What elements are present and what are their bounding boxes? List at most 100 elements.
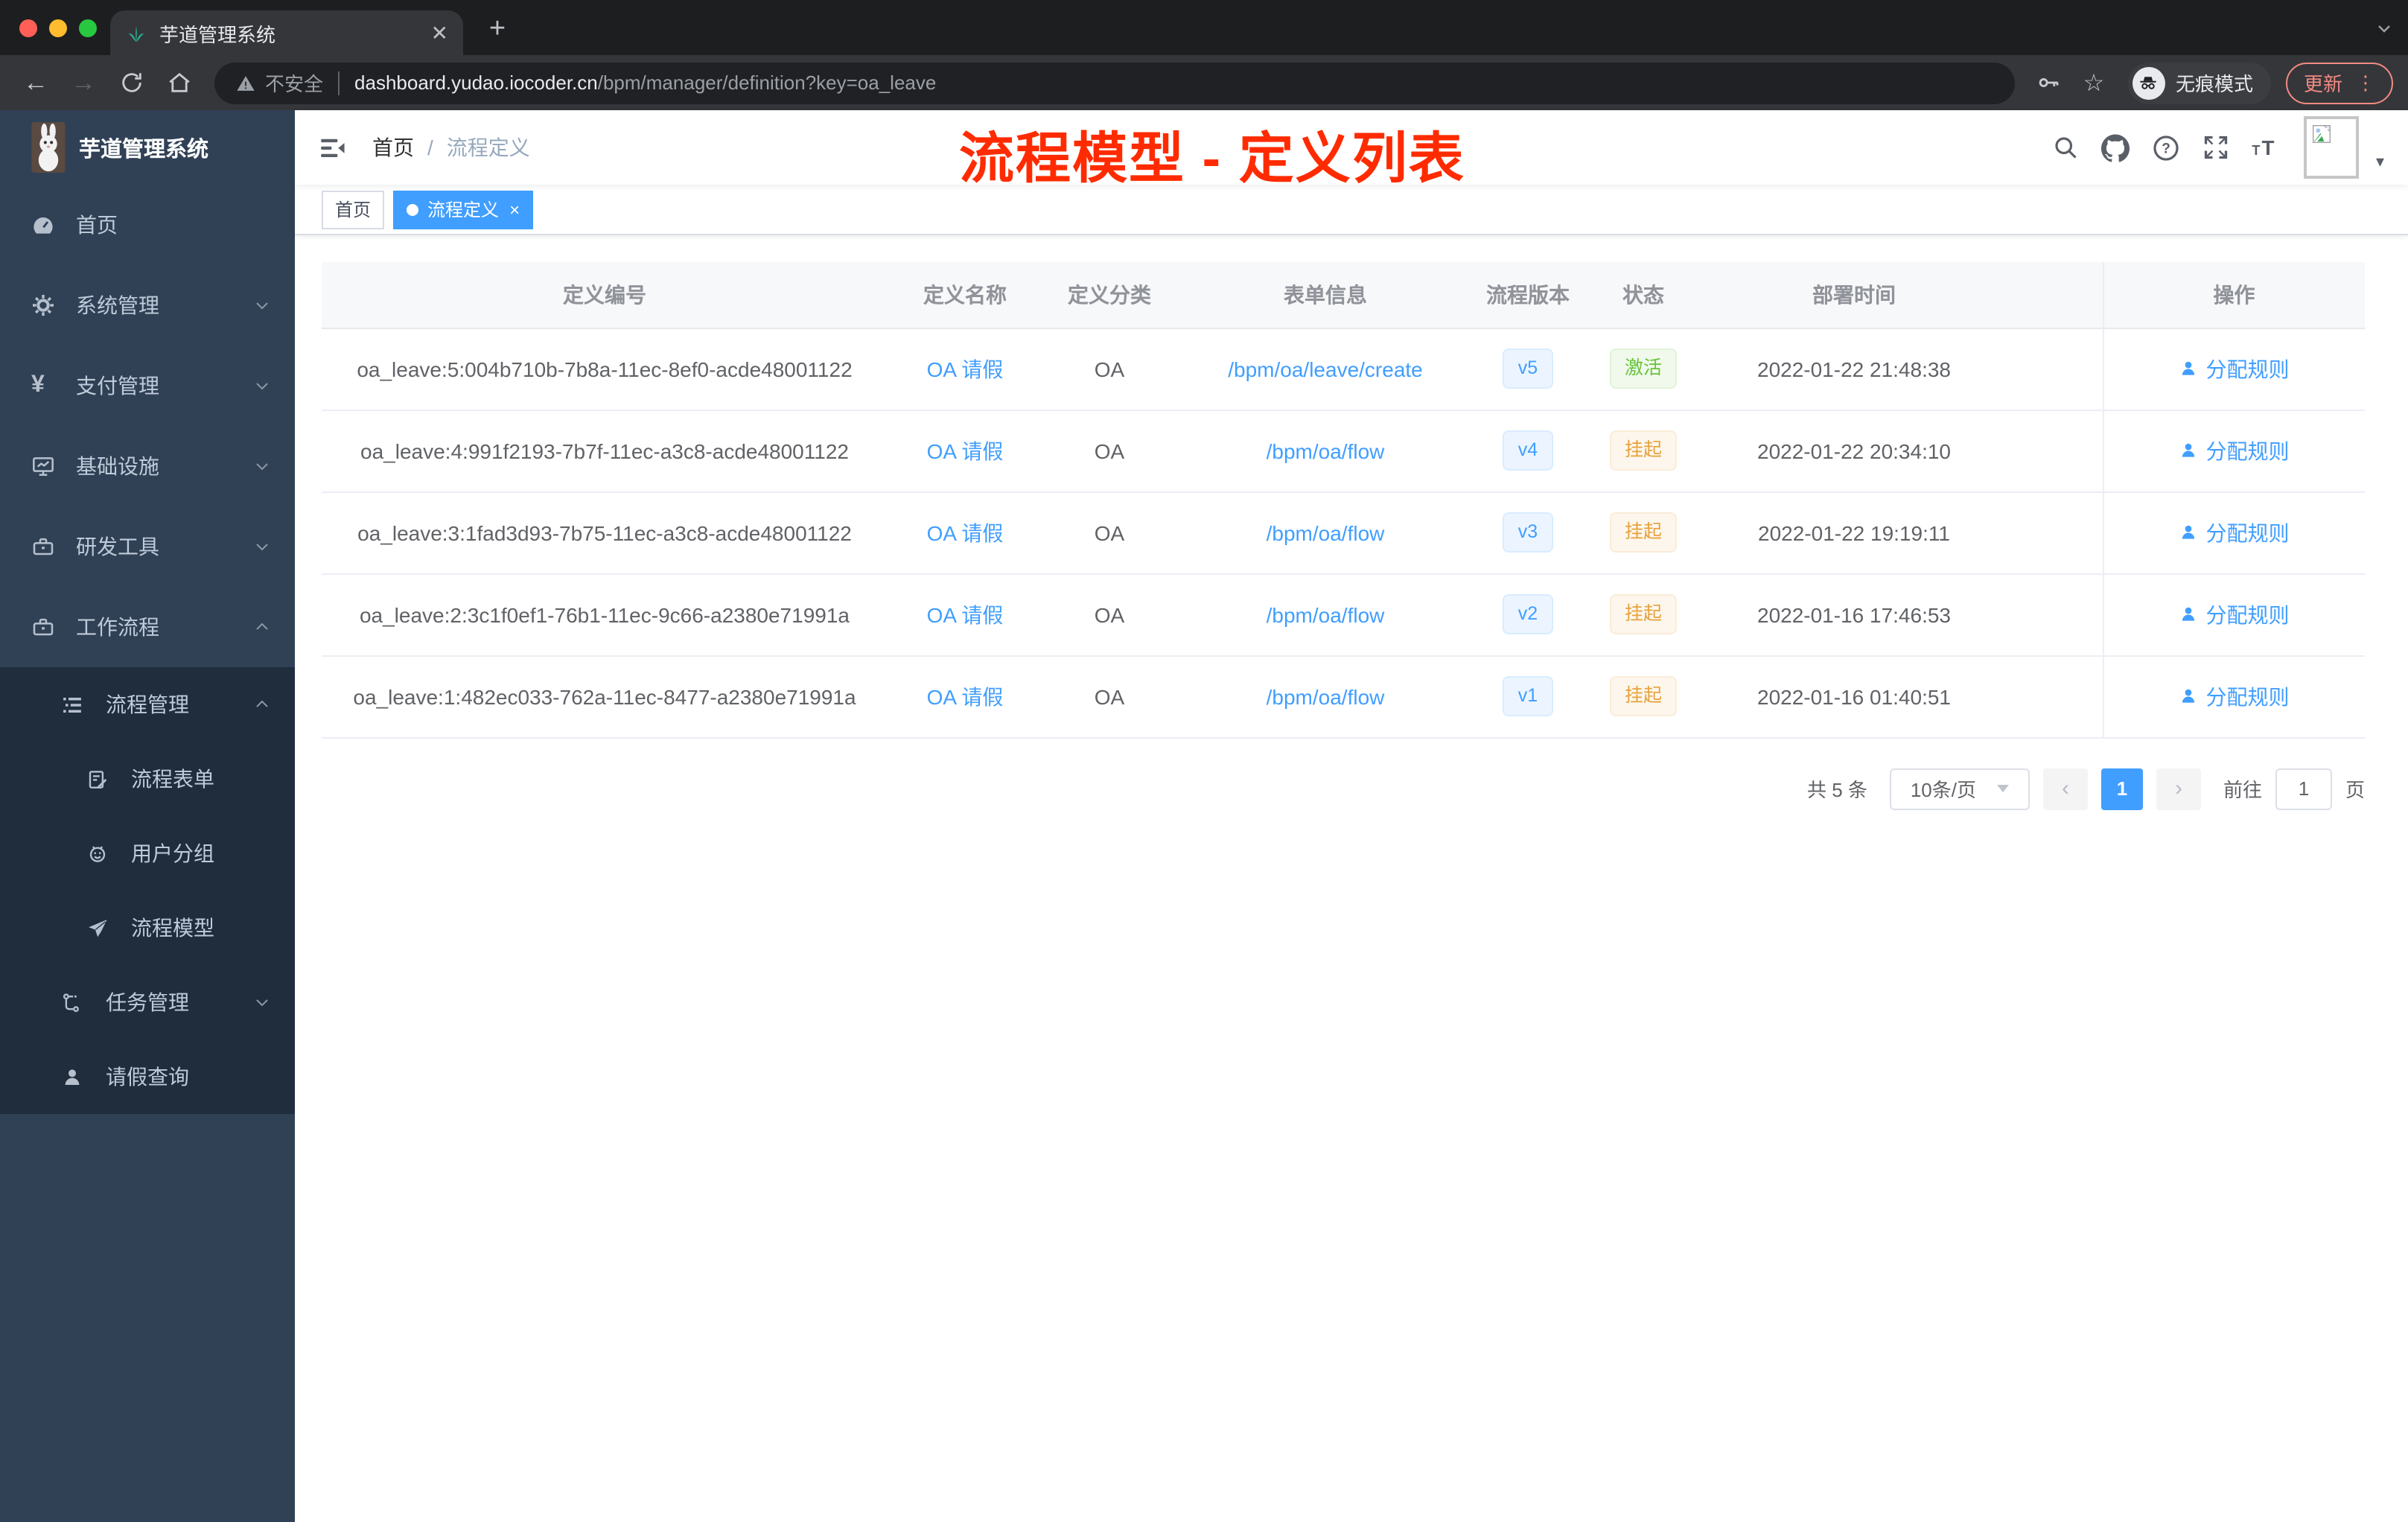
cell-status: 挂起 [1582, 491, 1705, 574]
cell-category: OA [1042, 491, 1176, 574]
next-page-button[interactable]: › [2156, 768, 2201, 809]
form-link[interactable]: /bpm/oa/flow [1267, 520, 1385, 544]
font-size-icon[interactable]: TT [2252, 134, 2282, 161]
zoom-window-button[interactable] [79, 19, 97, 37]
password-key-icon[interactable] [2030, 70, 2068, 95]
page-content: 定义编号 定义名称 定义分类 表单信息 流程版本 状态 部署时间 操作 oa_leave:5:0… [295, 235, 2408, 1522]
status-badge: 挂起 [1609, 512, 1677, 553]
status-badge: 挂起 [1609, 594, 1677, 634]
goto-page-input[interactable] [2275, 768, 2332, 809]
sidebar-item-user-group[interactable]: 用户分组 [0, 816, 295, 891]
sidebar-item-leave-query[interactable]: 请假查询 [0, 1039, 295, 1114]
cell-action: 分配规则 [2102, 328, 2365, 410]
pagination: 共 5 条 10条/页 ‹ 1 › 前往 页 [322, 768, 2365, 809]
sidebar-item-process-model[interactable]: 流程模型 [0, 891, 295, 965]
cell-form: /bpm/oa/flow [1176, 655, 1474, 738]
page-unit-label: 页 [2345, 779, 2365, 801]
search-icon[interactable] [2053, 134, 2080, 161]
version-badge: v3 [1503, 512, 1553, 553]
cell-filler [2003, 491, 2103, 574]
chevron-down-icon [253, 993, 271, 1011]
definition-name-link[interactable]: OA 请假 [927, 684, 1004, 708]
definition-name-link[interactable]: OA 请假 [927, 520, 1004, 544]
form-link[interactable]: /bpm/oa/flow [1267, 602, 1385, 626]
forward-button[interactable]: → [63, 62, 104, 104]
sidebar-item-home[interactable]: 首页 [0, 185, 295, 265]
chrome-update-button[interactable]: 更新 ⋮ [2285, 62, 2393, 104]
chevron-down-icon [253, 457, 271, 475]
definition-name-link[interactable]: OA 请假 [927, 602, 1004, 626]
table-row: oa_leave:2:3c1f0ef1-76b1-11ec-9c66-a2380… [322, 573, 2365, 656]
assign-rule-link[interactable]: 分配规则 [2179, 354, 2290, 383]
bookmark-star-icon[interactable]: ☆ [2074, 68, 2113, 98]
column-header-status: 状态 [1582, 262, 1705, 328]
security-status[interactable]: 不安全 [235, 69, 323, 97]
cell-action: 分配规则 [2102, 410, 2365, 492]
fullscreen-icon[interactable] [2203, 134, 2230, 161]
cell-status: 挂起 [1582, 655, 1705, 738]
table-row: oa_leave:5:004b710b-7b8a-11ec-8ef0-acde4… [322, 328, 2365, 410]
github-icon[interactable] [2101, 133, 2130, 162]
yen-icon: ¥ [31, 372, 45, 398]
tab-close-icon[interactable]: ✕ [431, 20, 448, 45]
form-link[interactable]: /bpm/oa/leave/create [1228, 357, 1423, 380]
sidebar-logo[interactable]: 芋道管理系统 [0, 110, 295, 185]
cell-category: OA [1042, 573, 1176, 656]
tag-process-definition[interactable]: 流程定义 × [393, 190, 534, 229]
macos-traffic-lights [19, 19, 97, 37]
column-header-category: 定义分类 [1042, 262, 1176, 328]
column-header-form: 表单信息 [1176, 262, 1474, 328]
status-badge: 挂起 [1609, 430, 1677, 471]
tab-search-chevron-icon[interactable] [2375, 18, 2393, 45]
cell-version: v4 [1474, 410, 1582, 492]
sidebar-item-process-management[interactable]: 流程管理 [0, 667, 295, 742]
assign-rule-link[interactable]: 分配规则 [2179, 436, 2290, 465]
cell-name: OA 请假 [888, 655, 1042, 738]
sidebar-item-task-management[interactable]: 任务管理 [0, 965, 295, 1039]
sidebar-item-payment[interactable]: ¥ 支付管理 [0, 346, 295, 426]
page-number-button[interactable]: 1 [2100, 768, 2143, 809]
chevron-up-icon [253, 618, 271, 636]
navbar-icons: ? TT ▾ [2053, 116, 2384, 179]
cell-deploy_time: 2022-01-22 21:48:38 [1705, 328, 2003, 410]
assign-rule-link[interactable]: 分配规则 [2179, 681, 2290, 711]
assign-rule-link[interactable]: 分配规则 [2179, 599, 2290, 629]
sidebar-item-infrastructure[interactable]: 基础设施 [0, 426, 295, 506]
sidebar-item-workflow[interactable]: 工作流程 [0, 587, 295, 667]
tag-close-icon[interactable]: × [509, 199, 520, 220]
cell-id: oa_leave:3:1fad3d93-7b75-11ec-a3c8-acde4… [322, 491, 888, 574]
cell-filler [2003, 655, 2103, 738]
browser-tab[interactable]: 芋道管理系统 ✕ [110, 10, 463, 55]
avatar-dropdown-caret-icon[interactable]: ▾ [2376, 151, 2384, 171]
page-size-select[interactable]: 10条/页 [1889, 768, 2030, 809]
tag-home[interactable]: 首页 [322, 190, 385, 229]
prev-page-button[interactable]: ‹ [2042, 768, 2088, 809]
help-icon[interactable]: ? [2153, 133, 2181, 162]
new-tab-button[interactable]: + [480, 12, 515, 48]
sidebar-item-system[interactable]: 系统管理 [0, 265, 295, 346]
definition-name-link[interactable]: OA 请假 [927, 357, 1004, 380]
form-link[interactable]: /bpm/oa/flow [1267, 439, 1385, 462]
cell-category: OA [1042, 410, 1176, 492]
close-window-button[interactable] [19, 19, 37, 37]
definition-name-link[interactable]: OA 请假 [927, 439, 1004, 462]
sidebar-toggle-icon[interactable] [319, 133, 347, 162]
form-link[interactable]: /bpm/oa/flow [1267, 684, 1385, 708]
breadcrumb-home[interactable]: 首页 [372, 133, 414, 162]
minimize-window-button[interactable] [49, 19, 67, 37]
cell-name: OA 请假 [888, 573, 1042, 656]
sidebar-item-process-form[interactable]: 流程表单 [0, 742, 295, 816]
sidebar: 芋道管理系统 首页 系统管理 ¥ 支付管理 基础设施 研发工具 工作流程 流程管… [0, 110, 295, 1522]
reload-button[interactable] [110, 62, 152, 104]
svg-text:T: T [2262, 136, 2275, 159]
column-header-deploy_time: 部署时间 [1705, 262, 2003, 328]
assign-rule-link[interactable]: 分配规则 [2179, 518, 2290, 547]
url-bar[interactable]: 不安全 dashboard.yudao.iocoder.cn /bpm/mana… [214, 62, 2015, 104]
back-button[interactable]: ← [15, 62, 57, 104]
home-button[interactable] [158, 62, 200, 104]
user-avatar[interactable] [2304, 116, 2360, 179]
active-tag-dot [407, 203, 419, 215]
sidebar-item-devtools[interactable]: 研发工具 [0, 506, 295, 587]
main-area: 首页 / 流程定义 流程模型 - 定义列表 ? T T ▾ 首页 流程定义 × … [295, 110, 2408, 1522]
cell-filler [2003, 410, 2103, 492]
